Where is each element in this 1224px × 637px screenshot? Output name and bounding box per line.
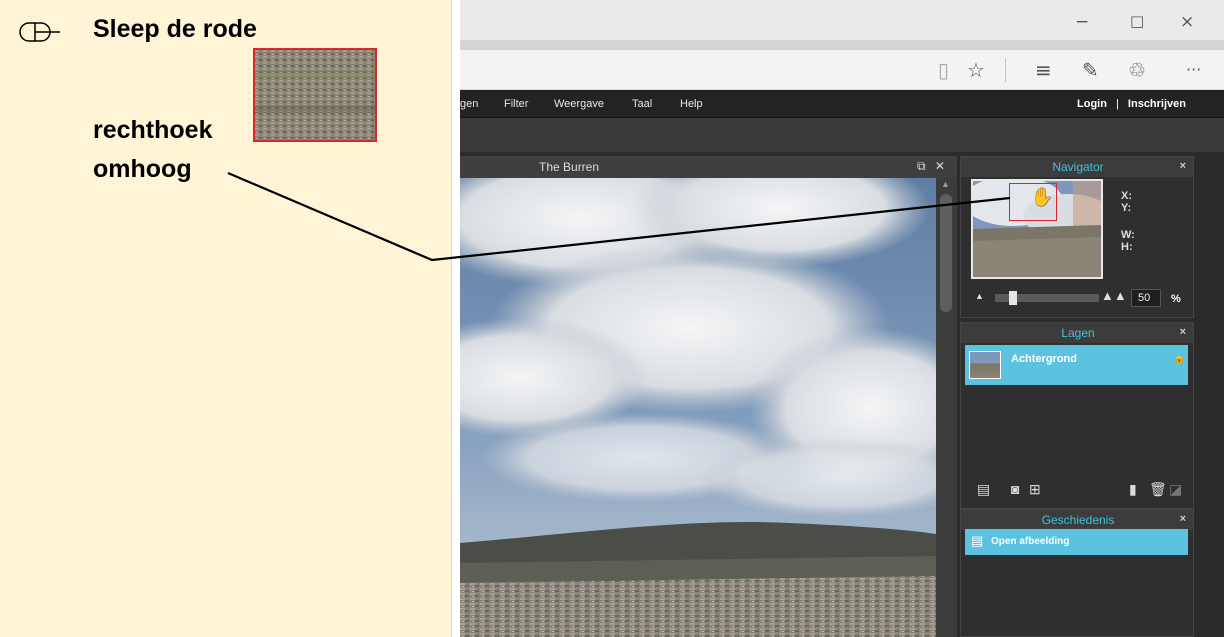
history-panel-header: Geschiedenis × xyxy=(961,510,1193,530)
browser-window: − □ × ▯ ☆ ≡ ✎ ♲ ··· gen Filter Weergave … xyxy=(460,0,1224,637)
navigator-x-label: X: xyxy=(1121,190,1132,202)
popout-icon[interactable]: ⧉ xyxy=(917,159,926,173)
menu-item-help[interactable]: Help xyxy=(680,98,703,110)
editor-toolbar xyxy=(460,118,1224,152)
more-icon[interactable]: ··· xyxy=(1186,60,1201,79)
reading-view-icon[interactable]: ▯ xyxy=(938,58,949,82)
zoom-in-icon[interactable]: ▲▲ xyxy=(1101,288,1127,303)
hub-icon[interactable]: ≡ xyxy=(1035,58,1052,82)
zoom-slider-thumb[interactable] xyxy=(1009,291,1017,305)
menu-item-weergave[interactable]: Weergave xyxy=(554,98,604,110)
layer-mask-icon[interactable]: ◙ xyxy=(1011,481,1019,497)
navigator-panel: Navigator × ✋ X: Y: W: H: ▲ ▲▲ 50 % xyxy=(960,156,1194,318)
history-close-icon[interactable]: × xyxy=(1180,513,1186,525)
document-title: The Burren xyxy=(539,160,600,174)
navigator-title: Navigator xyxy=(1052,160,1104,174)
menu-item-filter[interactable]: Filter xyxy=(504,98,528,110)
close-button[interactable]: × xyxy=(1180,12,1194,32)
layer-lock-icon: 🔒 xyxy=(1173,353,1186,364)
document-controls: ⧉ ✕ xyxy=(917,159,945,174)
mouse-right-click-icon xyxy=(19,22,60,42)
history-panel: Geschiedenis × ▤ Open afbeelding xyxy=(960,509,1194,637)
image-canvas[interactable] xyxy=(460,178,936,637)
navigator-close-icon[interactable]: × xyxy=(1180,160,1186,172)
navigator-preview[interactable]: ✋ xyxy=(971,179,1103,279)
title-bar-strip xyxy=(460,40,1224,50)
navigator-w-label: W: xyxy=(1121,229,1135,241)
new-layer-icon[interactable]: ▮ xyxy=(1129,481,1137,498)
layer-properties-icon[interactable]: ▤ xyxy=(977,481,990,498)
layer-style-icon[interactable]: ⊞ xyxy=(1029,481,1041,498)
history-row-open-afbeelding[interactable]: ▤ Open afbeelding xyxy=(965,529,1188,555)
navigator-h-label: H: xyxy=(1121,241,1133,253)
layers-panel: Lagen × Achtergrond 🔒 ▤ ◙ ⊞ ▮ 🗑 ◪ xyxy=(960,322,1194,509)
layer-resize-icon[interactable]: ◪ xyxy=(1169,481,1182,498)
navigator-red-rectangle-thumbnail xyxy=(253,48,377,142)
editor-menu-bar: gen Filter Weergave Taal Help Login | In… xyxy=(460,90,1224,118)
layer-name: Achtergrond xyxy=(1011,353,1077,365)
layer-thumbnail xyxy=(969,351,1001,379)
address-bar: ▯ ☆ ≡ ✎ ♲ ··· xyxy=(460,50,1224,90)
minimize-button[interactable]: − xyxy=(1075,12,1089,32)
zoom-value: 50 xyxy=(1138,292,1151,304)
favorite-star-icon[interactable]: ☆ xyxy=(967,58,985,82)
canvas-vertical-scrollbar[interactable]: ▲ xyxy=(936,178,957,637)
delete-layer-icon[interactable]: 🗑 xyxy=(1149,481,1167,498)
layer-row-achtergrond[interactable]: Achtergrond 🔒 xyxy=(965,345,1188,385)
maximize-button[interactable]: □ xyxy=(1130,12,1144,30)
menu-item-gen[interactable]: gen xyxy=(460,98,478,110)
auth-links: Login | Inschrijven xyxy=(1077,98,1186,110)
auth-separator: | xyxy=(1116,98,1119,110)
scroll-up-arrow-icon[interactable]: ▲ xyxy=(941,179,950,189)
address-divider xyxy=(1005,58,1006,82)
instruction-line-1: Sleep de rode xyxy=(93,15,257,43)
layers-title: Lagen xyxy=(1061,326,1095,340)
layers-close-icon[interactable]: × xyxy=(1180,326,1186,338)
zoom-value-box[interactable]: 50 xyxy=(1131,289,1161,307)
instruction-panel: Sleep de rode rechthoek omhoog xyxy=(0,0,452,637)
hand-cursor-icon: ✋ xyxy=(1031,187,1054,208)
document-header: The Burren ⧉ ✕ xyxy=(460,156,957,178)
navigator-panel-header: Navigator × xyxy=(961,157,1193,177)
browser-title-bar: − □ × xyxy=(460,0,1224,50)
login-link[interactable]: Login xyxy=(1077,98,1107,110)
scrollbar-thumb[interactable] xyxy=(940,194,952,312)
history-title: Geschiedenis xyxy=(1041,513,1115,527)
web-note-icon[interactable]: ✎ xyxy=(1082,58,1099,82)
menu-item-taal[interactable]: Taal xyxy=(632,98,652,110)
navigator-y-label: Y: xyxy=(1121,202,1132,214)
history-item-icon: ▤ xyxy=(971,533,984,548)
instruction-line-2: rechthoek xyxy=(93,116,213,144)
instruction-line-3: omhoog xyxy=(93,155,192,183)
layers-panel-header: Lagen × xyxy=(961,323,1193,343)
zoom-out-icon[interactable]: ▲ xyxy=(975,291,984,301)
zoom-slider-track[interactable] xyxy=(995,291,1099,305)
document-close-icon[interactable]: ✕ xyxy=(935,159,945,173)
share-icon[interactable]: ♲ xyxy=(1128,58,1146,82)
history-item-label: Open afbeelding xyxy=(991,536,1070,547)
zoom-unit: % xyxy=(1171,293,1181,305)
register-link[interactable]: Inschrijven xyxy=(1128,98,1186,110)
